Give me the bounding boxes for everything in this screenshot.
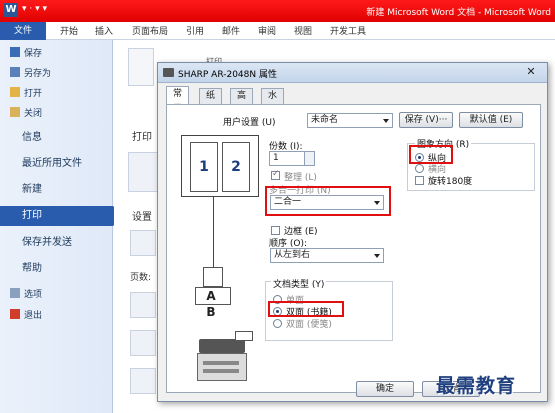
printer-properties-dialog: SHARP AR-2048N 属性 ✕ 常用 纸张 高级 水印 用户设置 (U)… xyxy=(157,62,548,402)
ok-button[interactable]: 确定 xyxy=(356,381,414,397)
save-settings-button[interactable]: 保存 (V)··· xyxy=(399,112,453,128)
rotate-label: 旋转180度 xyxy=(428,177,473,187)
chevron-down-icon xyxy=(383,119,389,123)
setting-one-sided-icon[interactable] xyxy=(130,292,156,318)
save-icon xyxy=(10,47,20,57)
collate-label: 整理 (L) xyxy=(284,173,317,183)
options-icon xyxy=(10,288,20,298)
printer-icon[interactable] xyxy=(128,152,158,192)
user-settings-label: 用户设置 (U) xyxy=(223,118,276,128)
doc-type-tablet-radio[interactable] xyxy=(273,319,282,328)
border-checkbox[interactable] xyxy=(271,226,280,235)
quick-access-toolbar[interactable]: ▾ · ▾ ▾ xyxy=(22,4,47,14)
sidebar-item-save[interactable]: 保存 xyxy=(0,44,113,64)
tab-paper[interactable]: 纸张 xyxy=(199,88,223,116)
chevron-down-icon xyxy=(374,254,380,258)
orientation-landscape-radio[interactable] xyxy=(415,164,424,173)
tab-mailings[interactable]: 邮件 xyxy=(222,24,240,37)
copies-input[interactable]: 1 xyxy=(269,151,315,166)
close-icon[interactable]: ✕ xyxy=(523,65,539,79)
duplex-preview: A B xyxy=(195,287,231,319)
watermark-logo: 最需教育 xyxy=(436,375,517,397)
tab-home[interactable]: 开始 xyxy=(60,24,78,37)
dialog-title: SHARP AR-2048N 属性 xyxy=(178,70,277,80)
sidebar-item-exit[interactable]: 退出 xyxy=(0,306,113,326)
sidebar-item-recent[interactable]: 最近所用文件 xyxy=(0,154,113,174)
printer-heading: 打印 xyxy=(132,132,152,143)
sidebar-item-open[interactable]: 打开 xyxy=(0,84,113,104)
doc-type-label: 文档类型 (Y) xyxy=(271,277,327,290)
sidebar-item-close[interactable]: 关闭 xyxy=(0,104,113,124)
folder-open-icon xyxy=(10,87,20,97)
doc-type-tablet-label: 双面 (便笺) xyxy=(286,320,332,330)
general-panel: 用户设置 (U) 未命名 保存 (V)··· 默认值 (E) 1 2 A B 份… xyxy=(166,104,541,393)
preview-page-1: 1 xyxy=(190,142,218,192)
dialog-title-bar: SHARP AR-2048N 属性 ✕ xyxy=(158,63,547,83)
settings-heading: 设置 xyxy=(132,212,152,223)
ribbon-tabs: 文件 开始 插入 页面布局 引用 邮件 审阅 视图 开发工具 xyxy=(0,22,555,40)
close-file-icon xyxy=(10,107,20,117)
layout-preview: 1 2 xyxy=(181,135,259,197)
sidebar-item-info[interactable]: 信息 xyxy=(0,128,113,148)
sidebar-item-save-send[interactable]: 保存并发送 xyxy=(0,233,113,253)
collate-checkbox[interactable] xyxy=(271,169,280,180)
save-as-icon xyxy=(10,67,20,77)
print-button[interactable] xyxy=(128,48,154,86)
tab-review[interactable]: 审阅 xyxy=(258,24,276,37)
setting-orientation-icon[interactable] xyxy=(130,368,156,394)
order-select[interactable]: 从左到右 xyxy=(270,248,384,263)
default-button[interactable]: 默认值 (E) xyxy=(459,112,523,128)
tab-file[interactable]: 文件 xyxy=(0,22,46,40)
rotate-checkbox[interactable] xyxy=(415,176,424,185)
highlight-doc-type xyxy=(268,301,344,317)
tab-developer[interactable]: 开发工具 xyxy=(330,24,366,37)
setting-collated-icon[interactable] xyxy=(130,330,156,356)
tab-advanced[interactable]: 高级 xyxy=(230,88,254,116)
paper-back-icon xyxy=(203,267,223,287)
setting-print-range-icon[interactable] xyxy=(130,230,156,256)
word-logo-icon: W xyxy=(4,3,18,17)
sidebar-item-help[interactable]: 帮助 xyxy=(0,259,113,279)
window-title: 新建 Microsoft Word 文档 - Microsoft Word xyxy=(366,8,551,18)
preview-page-2: 2 xyxy=(222,142,250,192)
sidebar-item-print[interactable]: 打印 xyxy=(0,206,123,226)
sidebar-item-options[interactable]: 选项 xyxy=(0,285,113,305)
backstage-sidebar: 保存 另存为 打开 关闭 信息 最近所用文件 新建 打印 保存并发送 帮助 选项… xyxy=(0,40,123,413)
printer-illustration-icon xyxy=(195,331,253,383)
highlight-multipage xyxy=(265,186,391,216)
pages-label: 页数: xyxy=(130,273,152,283)
sidebar-item-new[interactable]: 新建 xyxy=(0,180,113,200)
sidebar-item-save-as[interactable]: 另存为 xyxy=(0,64,113,84)
printer-icon xyxy=(163,68,174,77)
exit-icon xyxy=(10,309,20,319)
tab-view[interactable]: 视图 xyxy=(294,24,312,37)
tab-references[interactable]: 引用 xyxy=(186,24,204,37)
highlight-orientation xyxy=(409,145,453,164)
tab-watermark[interactable]: 水印 xyxy=(261,88,285,116)
tab-general[interactable]: 常用 xyxy=(166,86,190,114)
tab-page-layout[interactable]: 页面布局 xyxy=(132,24,168,37)
tab-insert[interactable]: 插入 xyxy=(95,24,113,37)
preview-connector xyxy=(213,197,214,273)
user-settings-select[interactable]: 未命名 xyxy=(307,113,393,128)
copies-stepper[interactable] xyxy=(304,152,314,165)
title-bar: W ▾ · ▾ ▾ 新建 Microsoft Word 文档 - Microso… xyxy=(0,0,555,22)
